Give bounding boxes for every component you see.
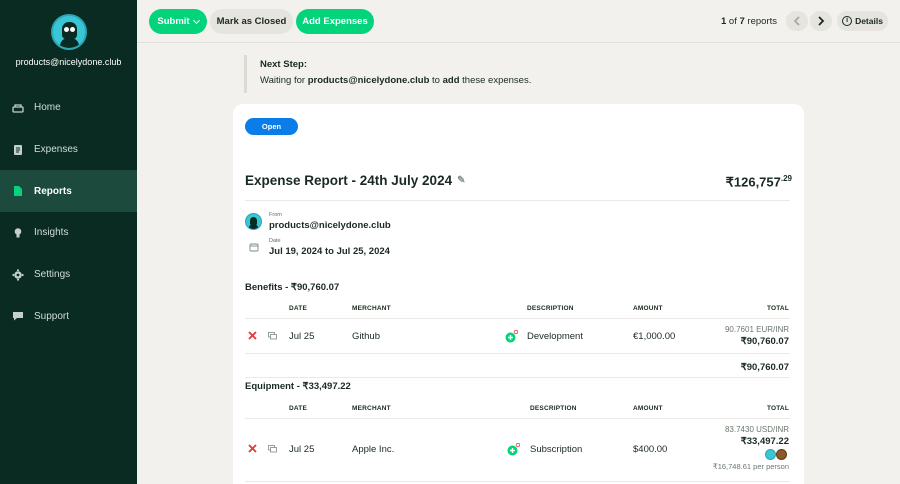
- avatar: [245, 213, 262, 230]
- next-step-message: Waiting for products@nicelydone.club to …: [260, 75, 532, 86]
- row-total: ₹90,760.07: [740, 336, 789, 347]
- column-header-date: DATE: [289, 305, 308, 312]
- chevron-right-icon: [818, 16, 825, 26]
- row-exchange-rate: 83.7430 USD/INR: [724, 425, 789, 434]
- sidebar-item-home[interactable]: Home: [0, 87, 137, 129]
- column-header-merchant: MERCHANT: [352, 305, 391, 312]
- receipt-icon: [268, 445, 277, 453]
- sidebar-item-insights[interactable]: Insights: [0, 212, 137, 254]
- row-total: ₹33,497.22: [740, 436, 789, 447]
- date-value: Jul 19, 2024 to Jul 25, 2024: [269, 246, 390, 257]
- next-report-button[interactable]: [810, 11, 832, 31]
- row-total-block: 90.7601 EUR/INR ₹90,760.07: [725, 325, 789, 347]
- column-header-description: DESCRIPTION: [527, 305, 574, 312]
- pencil-icon[interactable]: ✎: [457, 175, 465, 186]
- section-subtotal: ₹90,760.07: [740, 362, 789, 373]
- column-header-amount: AMOUNT: [633, 405, 663, 412]
- chevron-left-icon: [793, 16, 800, 26]
- column-header-amount: AMOUNT: [633, 305, 663, 312]
- report-title[interactable]: Expense Report - 24th July 2024 ✎: [245, 173, 465, 188]
- sidebar-item-expenses[interactable]: Expenses: [0, 129, 137, 171]
- sidebar-item-label: Home: [34, 102, 61, 114]
- column-header-description: DESCRIPTION: [530, 405, 577, 412]
- column-header-merchant: MERCHANT: [352, 405, 391, 412]
- previous-report-button[interactable]: [786, 11, 808, 31]
- sidebar-item-label: Expenses: [34, 144, 78, 156]
- row-merchant: Github: [352, 331, 380, 342]
- report-pager-text: 1 of 7 reports: [720, 16, 777, 27]
- home-icon: [12, 102, 24, 114]
- category-plus-icon[interactable]: [505, 330, 518, 343]
- divider: [245, 353, 790, 354]
- next-step-title: Next Step:: [260, 59, 307, 70]
- avatar[interactable]: [50, 14, 87, 50]
- from-row: From products@nicelydone.club: [245, 212, 391, 231]
- row-date: Jul 25: [289, 444, 315, 455]
- report-toolbar: Submit Mark as Closed Add Expenses 1 of …: [137, 0, 900, 43]
- divider: [245, 481, 790, 482]
- sidebar-item-label: Settings: [34, 269, 71, 281]
- column-header-total: TOTAL: [766, 405, 789, 412]
- column-header-total: TOTAL: [766, 305, 789, 312]
- report-total: ₹126,757.29: [725, 174, 792, 190]
- details-button[interactable]: i Details: [837, 11, 888, 31]
- sidebar-nav: Home Expenses Reports Insights Settings: [0, 87, 137, 337]
- sidebar-item-label: Support: [34, 310, 70, 322]
- chevron-down-icon: [192, 16, 200, 24]
- submit-button[interactable]: Submit: [149, 9, 207, 34]
- document-icon: [12, 185, 24, 197]
- status-badge: Open: [245, 118, 298, 135]
- row-amount: €1,000.00: [633, 331, 676, 342]
- gear-icon: [12, 269, 24, 281]
- row-total-block: 83.7430 USD/INR ₹33,497.22 ₹16,748.61 pe…: [713, 425, 789, 471]
- row-description: Subscription: [530, 444, 583, 455]
- divider: [245, 318, 790, 319]
- row-amount: $400.00: [633, 444, 668, 455]
- submit-label: Submit: [157, 16, 190, 27]
- divider: [245, 377, 790, 378]
- receipt-icon: [12, 144, 24, 156]
- details-label: Details: [855, 16, 883, 26]
- report-card: Open Expense Report - 24th July 2024 ✎ ₹…: [233, 104, 804, 484]
- next-step-banner: Next Step: Waiting for products@nicelydo…: [244, 55, 804, 93]
- section-title-benefits: Benefits - ₹90,760.07: [245, 282, 340, 293]
- row-date: Jul 25: [289, 331, 315, 342]
- sidebar-item-settings[interactable]: Settings: [0, 254, 137, 296]
- from-value: products@nicelydone.club: [269, 220, 391, 231]
- calendar-icon: [245, 238, 262, 255]
- receipt-icon: [268, 332, 277, 340]
- row-per-person: ₹16,748.61 per person: [712, 462, 789, 471]
- info-icon: i: [842, 16, 853, 26]
- attendee-avatars: [713, 447, 789, 461]
- row-merchant: Apple Inc.: [352, 444, 395, 455]
- row-exchange-rate: 90.7601 EUR/INR: [724, 325, 789, 334]
- sidebar-item-reports[interactable]: Reports: [0, 170, 137, 213]
- sidebar: products@nicelydone.club Home Expenses R…: [0, 0, 137, 484]
- profile-email: products@nicelydone.club: [15, 57, 122, 67]
- category-plus-icon[interactable]: [507, 443, 520, 456]
- section-title-equipment: Equipment - ₹33,497.22: [245, 381, 351, 392]
- sidebar-item-support[interactable]: Support: [0, 295, 137, 337]
- chat-icon: [12, 310, 24, 322]
- profile-block[interactable]: products@nicelydone.club: [0, 0, 137, 67]
- date-row: Date Jul 19, 2024 to Jul 25, 2024: [245, 238, 390, 257]
- sidebar-item-label: Insights: [34, 227, 69, 239]
- from-label: From: [269, 212, 282, 218]
- avatar: [765, 449, 776, 460]
- divider: [245, 418, 790, 419]
- divider: [245, 200, 790, 201]
- column-header-date: DATE: [289, 405, 308, 412]
- sidebar-item-label: Reports: [34, 185, 72, 197]
- avatar: [776, 449, 787, 460]
- add-expenses-button[interactable]: Add Expenses: [296, 9, 374, 34]
- row-description: Development: [527, 331, 583, 342]
- reject-x-icon[interactable]: [248, 331, 257, 340]
- mark-as-closed-button[interactable]: Mark as Closed: [210, 9, 293, 34]
- reject-x-icon[interactable]: [248, 444, 257, 453]
- date-label: Date: [269, 238, 281, 244]
- lightbulb-icon: [12, 227, 24, 239]
